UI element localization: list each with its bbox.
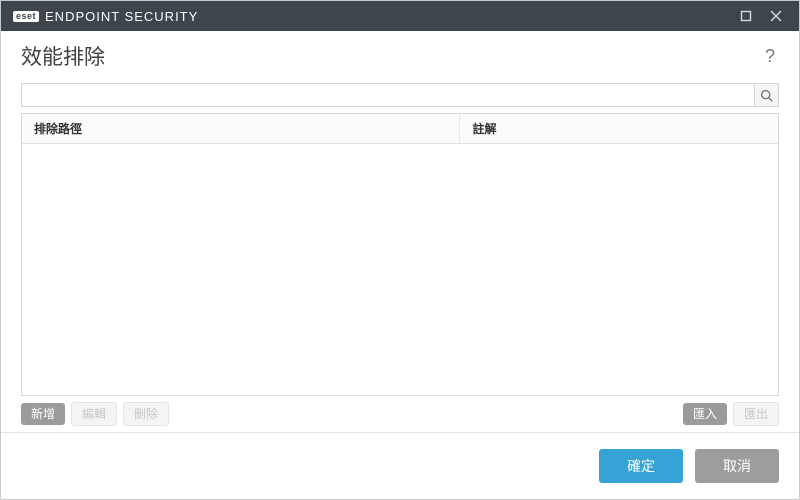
table-toolbar: 新增 編輯 刪除 匯入 匯出	[21, 402, 779, 432]
export-button: 匯出	[733, 402, 779, 426]
help-button[interactable]: ?	[761, 44, 779, 69]
table-body[interactable]	[22, 144, 778, 395]
footer: 確定 取消	[1, 432, 799, 499]
close-icon	[770, 10, 782, 22]
add-button[interactable]: 新增	[21, 403, 65, 425]
brand-badge: eset	[13, 11, 39, 22]
window: eset ENDPOINT SECURITY 效能排除 ? 排除路徑 註解	[0, 0, 800, 500]
close-button[interactable]	[761, 1, 791, 31]
search-bar	[21, 83, 779, 107]
page-title: 效能排除	[21, 41, 105, 71]
brand-text: ENDPOINT SECURITY	[45, 9, 198, 24]
search-button[interactable]	[754, 84, 778, 106]
content-area: 排除路徑 註解 新增 編輯 刪除 匯入 匯出	[1, 77, 799, 432]
column-header-note[interactable]: 註解	[460, 114, 778, 143]
square-icon	[740, 10, 752, 22]
page-header: 效能排除 ?	[1, 31, 799, 77]
search-input[interactable]	[22, 84, 754, 106]
edit-button: 編輯	[71, 402, 117, 426]
column-header-path[interactable]: 排除路徑	[22, 114, 460, 143]
search-icon	[760, 89, 773, 102]
ok-button[interactable]: 確定	[599, 449, 683, 483]
maximize-button[interactable]	[731, 1, 761, 31]
table-header: 排除路徑 註解	[22, 114, 778, 144]
import-button[interactable]: 匯入	[683, 403, 727, 425]
app-logo: eset ENDPOINT SECURITY	[13, 9, 198, 24]
exclusions-table: 排除路徑 註解	[21, 113, 779, 396]
titlebar: eset ENDPOINT SECURITY	[1, 1, 799, 31]
cancel-button[interactable]: 取消	[695, 449, 779, 483]
delete-button: 刪除	[123, 402, 169, 426]
